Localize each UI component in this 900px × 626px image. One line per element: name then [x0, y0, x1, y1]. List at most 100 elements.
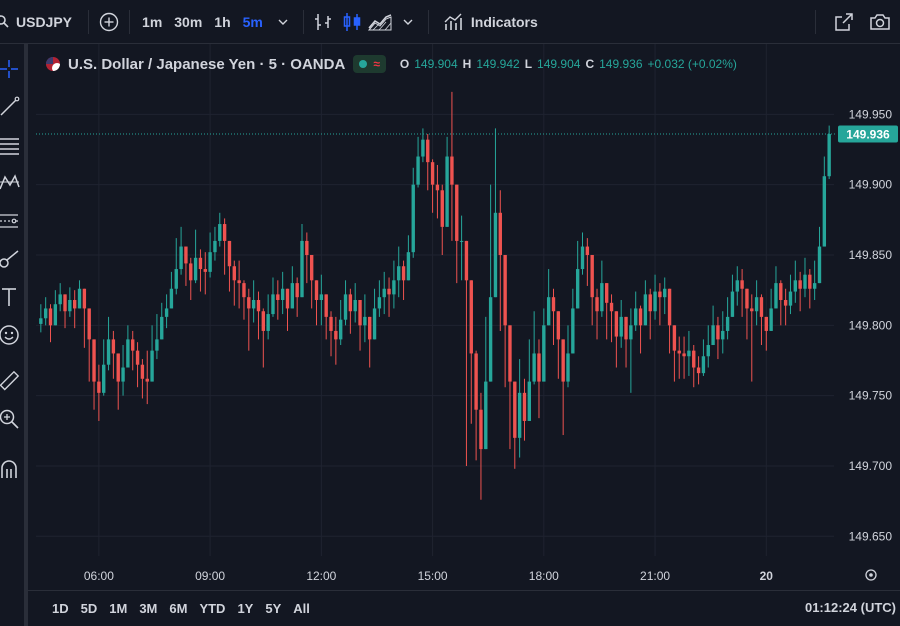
candle — [348, 288, 353, 334]
candle-body — [232, 266, 236, 281]
horizontal-lines-tool[interactable] — [0, 130, 24, 160]
interval-1h[interactable]: 1h — [208, 6, 236, 38]
snapshot-button[interactable] — [866, 6, 894, 38]
candle-body — [566, 353, 570, 382]
brush-tool[interactable] — [0, 244, 24, 274]
range-5y[interactable]: 5Y — [259, 601, 287, 616]
candle-body — [82, 288, 87, 309]
range-ytd[interactable]: YTD — [193, 601, 231, 616]
axis-settings-button[interactable] — [865, 569, 877, 581]
candle-body — [445, 156, 449, 227]
interval-dropdown[interactable] — [269, 6, 297, 38]
candle — [822, 156, 827, 247]
bottom-toolbar: 1D 5D 1M 3M 6M YTD 1Y 5Y All 01:12:24 (U… — [28, 590, 900, 626]
candle-body — [377, 297, 382, 309]
fullscreen-button[interactable] — [830, 6, 858, 38]
candle — [745, 288, 749, 340]
candle-body — [716, 325, 720, 340]
utc-clock[interactable]: 01:12:24 (UTC) — [805, 600, 896, 615]
candle — [600, 260, 604, 317]
chart-area[interactable]: 149.650 149.700 149.750 149.800 149.850 149.9… — [28, 44, 900, 589]
candle — [730, 274, 735, 317]
candle — [619, 300, 623, 348]
candle — [290, 266, 295, 309]
trend-line-tool[interactable] — [0, 92, 24, 122]
instrument-title[interactable]: U.S. Dollar / Japanese Yen · 5 · OANDA — [68, 56, 345, 73]
candle — [247, 288, 251, 351]
candle-body — [271, 294, 275, 315]
candle — [421, 128, 425, 163]
crosshair-icon — [0, 60, 18, 78]
chart-type-dropdown[interactable] — [394, 6, 422, 38]
candle-body — [392, 280, 396, 295]
low-label: L — [524, 57, 533, 71]
candle-body — [653, 291, 657, 312]
emoji-tool[interactable] — [0, 320, 24, 350]
low-value: 149.904 — [537, 57, 581, 71]
candle-body — [798, 280, 802, 289]
area-style-button[interactable] — [366, 6, 394, 38]
interval-1m[interactable]: 1m — [136, 6, 168, 38]
market-status-badge[interactable]: ≈ — [353, 55, 386, 73]
candle-body — [372, 308, 377, 340]
candle-body — [338, 319, 343, 340]
candle-body — [455, 184, 459, 241]
candlestick-chart[interactable]: 149.650 149.700 149.750 149.800 149.850 149.9… — [28, 44, 900, 589]
crosshair-tool[interactable] — [0, 54, 24, 84]
candle — [426, 134, 430, 191]
range-1d[interactable]: 1D — [46, 601, 75, 616]
fib-tool[interactable] — [0, 206, 24, 236]
candle — [314, 280, 319, 326]
fib-icon — [0, 214, 18, 228]
candle-body — [348, 294, 353, 312]
time-axis[interactable]: 06:00 09:00 12:00 15:00 18:00 21:00 20 — [84, 569, 773, 583]
high-label: H — [462, 57, 472, 71]
candle-body — [218, 224, 222, 241]
ruler-tool[interactable] — [0, 366, 24, 396]
range-5d[interactable]: 5D — [75, 601, 104, 616]
text-icon — [2, 288, 16, 306]
candle-body — [658, 291, 662, 298]
bars-icon — [314, 13, 331, 30]
chart-legend: U.S. Dollar / Japanese Yen · 5 · OANDA ≈… — [46, 53, 737, 75]
candle-body — [595, 297, 599, 312]
add-circle-icon — [99, 12, 119, 31]
compare-button[interactable] — [95, 6, 123, 38]
candle-body — [788, 291, 793, 306]
candle — [406, 235, 411, 281]
candle — [324, 294, 328, 340]
candle — [590, 254, 594, 326]
us-flag-icon — [46, 57, 60, 71]
range-3m[interactable]: 3M — [133, 601, 163, 616]
bars-style-button[interactable] — [310, 6, 338, 38]
candle — [97, 364, 101, 421]
candle — [808, 269, 812, 309]
candle-body — [135, 350, 140, 365]
text-tool[interactable] — [0, 282, 24, 312]
top-right-actions — [809, 0, 900, 44]
candles-style-button[interactable] — [338, 6, 366, 38]
candle — [561, 339, 565, 436]
candle — [604, 283, 609, 340]
indicators-button[interactable]: Indicators — [435, 6, 546, 38]
candle — [798, 271, 802, 312]
candle — [629, 308, 633, 393]
x-tick-label: 15:00 — [418, 569, 448, 583]
candle-body — [687, 350, 691, 357]
range-all[interactable]: All — [287, 601, 316, 616]
range-6m[interactable]: 6M — [163, 601, 193, 616]
interval-30m[interactable]: 30m — [168, 6, 208, 38]
zoom-tool[interactable] — [0, 404, 24, 434]
range-1y[interactable]: 1Y — [231, 601, 259, 616]
candle-body — [638, 308, 643, 326]
pattern-tool[interactable] — [0, 168, 24, 198]
symbol-search[interactable]: USDJPY — [0, 0, 82, 44]
price-axis[interactable]: 149.650 149.700 149.750 149.800 149.850 149.9… — [849, 107, 893, 543]
interval-5m[interactable]: 5m — [237, 6, 269, 38]
candle — [542, 308, 546, 382]
candle — [803, 257, 807, 298]
range-1m[interactable]: 1M — [103, 601, 133, 616]
candle — [237, 260, 241, 309]
candle — [551, 288, 556, 346]
magnet-tool[interactable] — [0, 454, 24, 484]
